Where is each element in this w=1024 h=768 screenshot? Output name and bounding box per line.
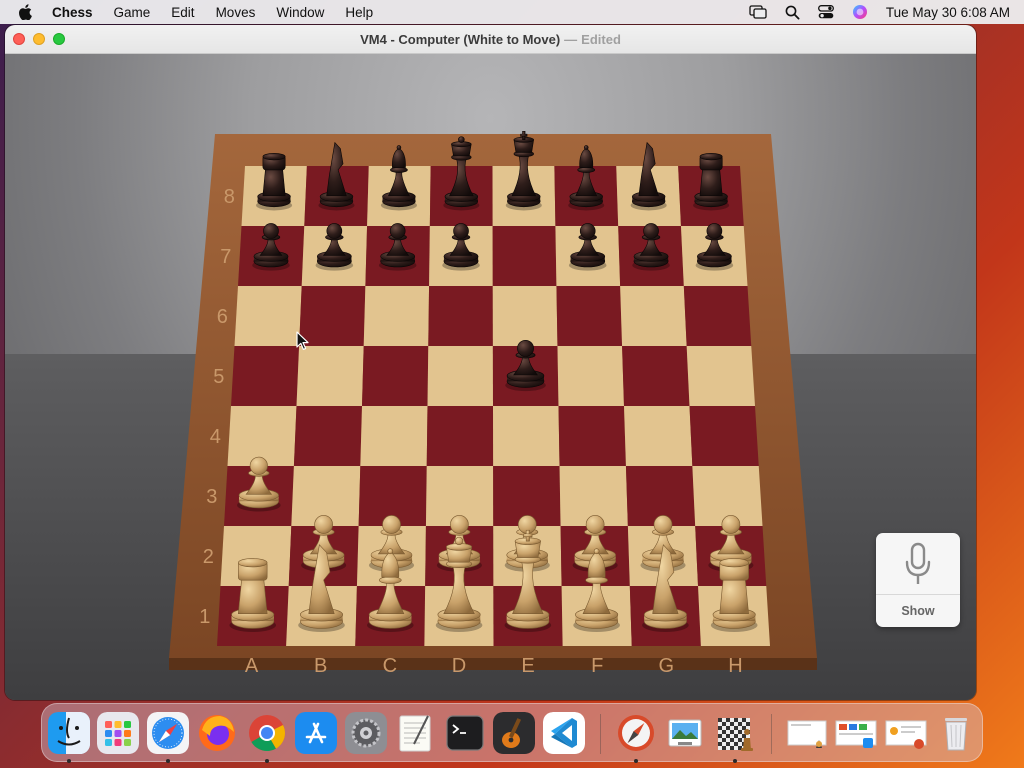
dictation-show-button[interactable]: Show [901,604,934,618]
mouse-cursor-icon [296,331,309,350]
menu-app-name[interactable]: Chess [52,5,93,20]
rank-label: 3 [206,486,217,508]
chrome-icon[interactable] [246,712,288,754]
square-e6[interactable] [492,286,558,346]
square-f4[interactable] [558,406,626,466]
screen-mirroring-icon[interactable] [749,5,767,19]
square-g4[interactable] [624,406,693,466]
square-d5[interactable] [427,346,494,406]
app-store-icon[interactable] [295,712,337,754]
square-g6[interactable] [620,286,687,346]
rank-label: 7 [220,246,231,268]
compass-icon[interactable] [615,712,657,754]
menu-game[interactable]: Game [114,5,151,20]
running-indicator [733,759,737,763]
dock-separator [771,714,772,754]
square-h5[interactable] [686,346,755,406]
file-label: E [521,655,534,677]
menu-help[interactable]: Help [345,5,373,20]
vscode-icon[interactable] [543,712,585,754]
square-a4[interactable] [227,406,297,466]
square-b5[interactable] [296,346,364,406]
running-indicator [265,759,269,763]
board-squares [217,166,770,646]
trash-icon[interactable] [935,712,977,754]
close-window-button[interactable] [13,33,25,45]
preview-icon[interactable] [664,712,706,754]
apple-menu-icon[interactable] [18,4,32,20]
file-label: G [659,655,675,677]
rank-label: 6 [217,306,228,328]
system-settings-icon[interactable] [345,712,387,754]
menu-window[interactable]: Window [276,5,324,20]
zoom-window-button[interactable] [53,33,65,45]
rank-label: 5 [213,366,224,388]
square-f5[interactable] [557,346,624,406]
chess-icon[interactable] [714,712,756,754]
document-thumbnail-icon[interactable] [885,712,927,754]
chess-board[interactable]: 8 7 6 5 4 3 2 1 A B C D E F G H [5,54,976,700]
rank-label: 2 [203,546,214,568]
square-h4[interactable] [689,406,759,466]
chess-scene: 8 7 6 5 4 3 2 1 A B C D E F G H [5,54,976,700]
dock [41,703,983,763]
file-label: C [383,655,397,677]
microphone-icon [905,542,931,584]
square-c5[interactable] [362,346,429,406]
rank-label: 1 [199,606,210,628]
menubar-clock[interactable]: Tue May 30 6:08 AM [886,5,1010,20]
window-title-text: VM4 - Computer (White to Move) [360,31,561,47]
title-separator: — [564,31,578,47]
menu-moves[interactable]: Moves [216,5,256,20]
square-h6[interactable] [683,286,752,346]
siri-icon[interactable] [852,4,868,20]
window-title: VM4 - Computer (White to Move) — Edited [360,32,621,47]
window-titlebar[interactable]: VM4 - Computer (White to Move) — Edited [5,25,976,54]
square-a6[interactable] [234,286,302,346]
file-label: A [245,655,259,677]
rank-label: 4 [210,426,221,448]
square-c4[interactable] [360,406,428,466]
menu-bar: Chess Game Edit Moves Window Help Tue Ma… [0,0,1024,24]
launchpad-icon[interactable] [97,712,139,754]
terminal-icon[interactable] [444,712,486,754]
rank-label: 8 [224,186,235,208]
dock-separator [600,714,601,754]
finder-icon[interactable] [48,712,90,754]
edited-status: Edited [581,31,621,47]
running-indicator [67,759,71,763]
dictation-popup[interactable]: Show [876,533,960,627]
file-label: F [591,655,603,677]
search-icon[interactable] [785,5,800,20]
minimize-window-button[interactable] [33,33,45,45]
square-b4[interactable] [293,406,362,466]
file-label: H [728,655,742,677]
control-center-icon[interactable] [817,5,834,19]
garageband-icon[interactable] [493,712,535,754]
square-f6[interactable] [556,286,623,346]
document-thumbnail-icon[interactable] [786,712,828,754]
running-indicator [634,759,638,763]
textedit-icon[interactable] [394,712,436,754]
square-d4[interactable] [426,406,494,466]
board-frame-edge [169,658,817,670]
square-c6[interactable] [363,286,430,346]
chess-window: VM4 - Computer (White to Move)—Edited [5,25,976,700]
window-controls [13,33,73,45]
file-label: D [452,655,466,677]
square-d6[interactable] [428,286,493,346]
firefox-icon[interactable] [196,712,238,754]
dictation-divider [876,594,960,595]
square-a5[interactable] [231,346,300,406]
running-indicator [166,759,170,763]
square-e7[interactable] [492,226,557,286]
square-g5[interactable] [622,346,690,406]
file-label: B [314,655,327,677]
menu-edit[interactable]: Edit [171,5,194,20]
square-e4[interactable] [493,406,560,466]
safari-icon[interactable] [147,712,189,754]
document-thumbnail-icon[interactable] [835,712,877,754]
